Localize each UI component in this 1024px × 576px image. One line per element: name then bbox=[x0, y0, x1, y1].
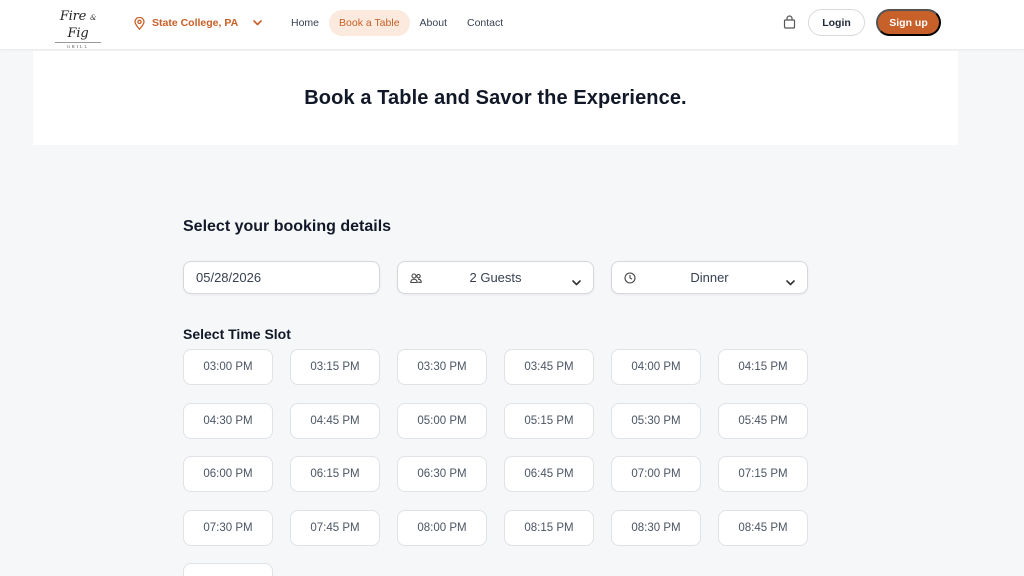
time-slot-button[interactable]: 04:30 PM bbox=[183, 402, 273, 439]
top-navbar: Fire & Fig GRILL State College, PA Home … bbox=[0, 0, 1024, 50]
chevron-down-icon bbox=[786, 274, 795, 289]
time-slot-button[interactable]: 04:00 PM bbox=[611, 349, 701, 385]
login-button[interactable]: Login bbox=[808, 9, 865, 36]
chevron-down-icon bbox=[253, 20, 262, 26]
time-slot-button[interactable]: 08:15 PM bbox=[504, 509, 594, 546]
map-pin-icon bbox=[134, 16, 145, 30]
meal-select[interactable]: Dinner bbox=[611, 261, 808, 294]
time-slot-button[interactable]: 08:30 PM bbox=[611, 509, 701, 546]
signup-button[interactable]: Sign up bbox=[876, 9, 941, 36]
booking-details-heading: Select your booking details bbox=[183, 218, 392, 235]
nav-link-home[interactable]: Home bbox=[281, 10, 329, 36]
time-slot-button[interactable]: 06:15 PM bbox=[290, 456, 380, 492]
location-selector[interactable]: State College, PA bbox=[134, 14, 262, 32]
nav-link-about[interactable]: About bbox=[410, 10, 457, 36]
brand-logo-subtitle: GRILL bbox=[55, 42, 101, 49]
location-label: State College, PA bbox=[152, 17, 239, 29]
time-slot-button[interactable]: 06:30 PM bbox=[397, 456, 487, 492]
brand-logo[interactable]: Fire & Fig GRILL bbox=[50, 9, 106, 49]
time-slot-button[interactable]: 05:45 PM bbox=[718, 402, 808, 439]
time-slot-button[interactable]: 04:15 PM bbox=[718, 349, 808, 385]
time-slot-button[interactable]: 07:30 PM bbox=[183, 509, 273, 546]
time-slot-button[interactable]: 03:45 PM bbox=[504, 349, 594, 385]
time-slot-button[interactable]: 05:00 PM bbox=[397, 402, 487, 439]
time-slot-button[interactable]: 07:00 PM bbox=[611, 456, 701, 492]
date-value: 05/28/2026 bbox=[196, 270, 262, 285]
time-slot-heading: Select Time Slot bbox=[183, 326, 291, 342]
time-slot-button[interactable]: 06:00 PM bbox=[183, 456, 273, 492]
time-slot-button[interactable]: 04:45 PM bbox=[290, 402, 380, 439]
chevron-down-icon bbox=[572, 274, 581, 289]
time-slot-button[interactable]: 07:45 PM bbox=[290, 509, 380, 546]
brand-logo-text: Fire & Fig bbox=[59, 9, 97, 41]
guests-value: 2 Guests bbox=[469, 270, 522, 285]
guests-select[interactable]: 2 Guests bbox=[397, 261, 594, 294]
time-slot-button[interactable]: 03:15 PM bbox=[290, 349, 380, 385]
main-nav: Home Book a Table About Contact bbox=[281, 10, 513, 36]
time-slot-button[interactable]: 05:15 PM bbox=[504, 402, 594, 439]
time-slot-button[interactable]: 08:00 PM bbox=[397, 509, 487, 546]
time-slot-button[interactable]: 05:30 PM bbox=[611, 402, 701, 439]
nav-link-book-a-table[interactable]: Book a Table bbox=[329, 10, 410, 36]
time-slot-button[interactable]: 03:30 PM bbox=[397, 349, 487, 385]
time-slot-button[interactable] bbox=[183, 563, 273, 576]
page-title: Book a Table and Savor the Experience. bbox=[304, 86, 687, 109]
date-input[interactable]: 05/28/2026 bbox=[183, 261, 380, 294]
nav-link-contact[interactable]: Contact bbox=[457, 10, 513, 36]
hero-banner: Book a Table and Savor the Experience. bbox=[33, 51, 958, 145]
time-slot-button[interactable]: 06:45 PM bbox=[504, 456, 594, 492]
time-slot-button[interactable]: 07:15 PM bbox=[718, 456, 808, 492]
time-slot-grid: 03:00 PM 03:15 PM 03:30 PM 03:45 PM 04:0… bbox=[183, 349, 823, 576]
shopping-bag-icon[interactable] bbox=[783, 15, 796, 34]
clock-icon bbox=[624, 272, 636, 287]
time-slot-button[interactable]: 03:00 PM bbox=[183, 349, 273, 385]
time-slot-button[interactable]: 08:45 PM bbox=[718, 509, 808, 546]
users-icon bbox=[410, 272, 422, 287]
meal-value: Dinner bbox=[690, 270, 729, 285]
